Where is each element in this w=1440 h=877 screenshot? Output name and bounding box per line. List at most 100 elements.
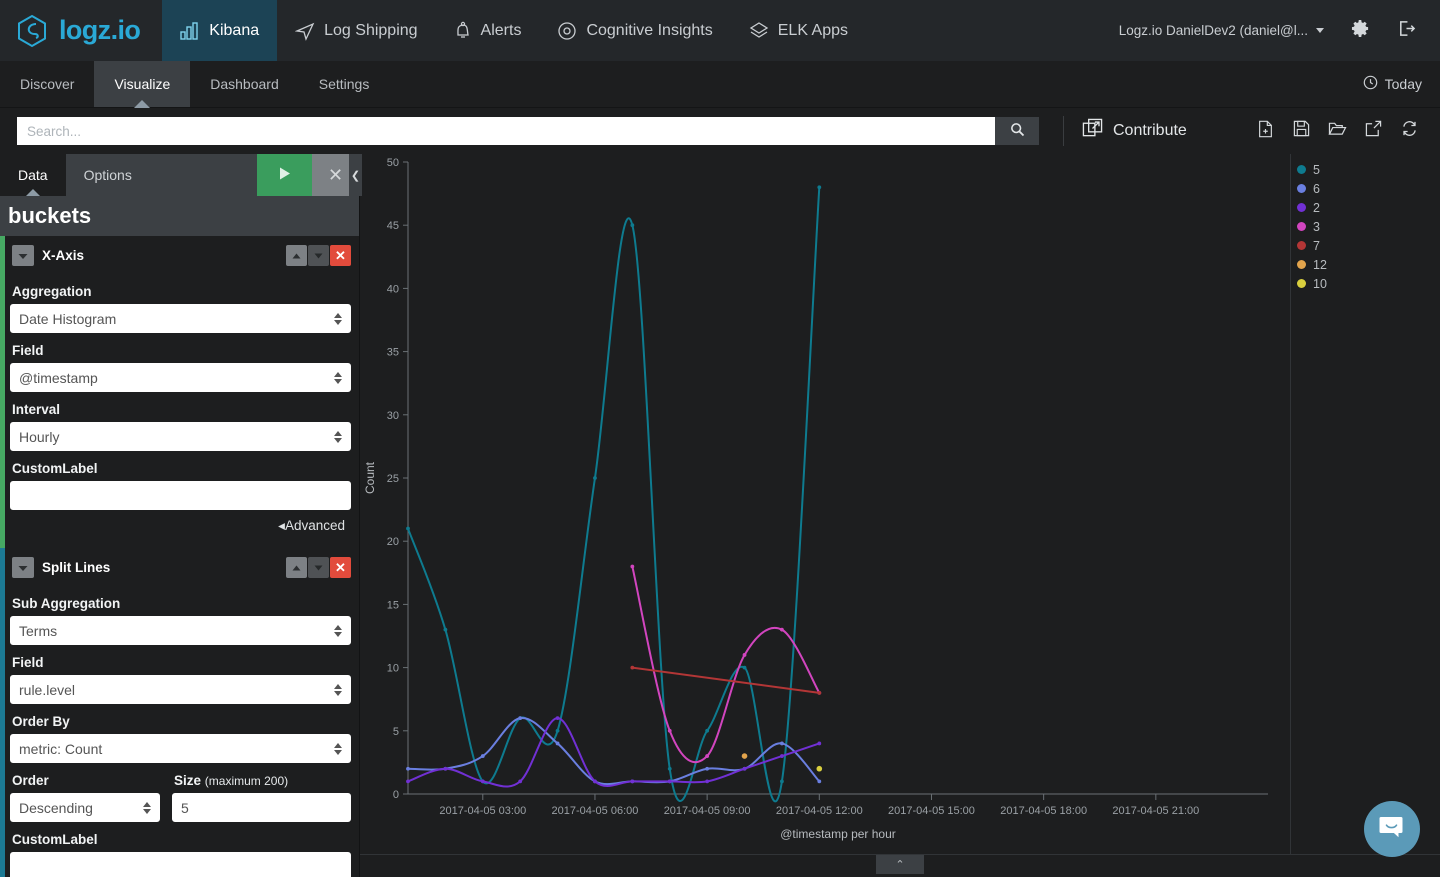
new-visualization-button[interactable] — [1250, 116, 1280, 146]
svg-text:30: 30 — [387, 410, 399, 422]
split-lines-order-select[interactable]: Descending — [10, 793, 160, 822]
split-lines-size-input[interactable] — [172, 793, 351, 822]
search-submit-button[interactable] — [995, 117, 1039, 145]
nav-item-log-shipping[interactable]: Log Shipping — [277, 0, 435, 61]
legend-item-label: 10 — [1313, 276, 1327, 291]
spy-panel-toggle-button[interactable]: ⌃ — [876, 855, 924, 874]
apply-changes-button[interactable] — [257, 154, 312, 196]
bucket-x-axis: X-Axis ✕ Aggregation Date Histogram Fiel… — [0, 236, 359, 548]
share-button[interactable] — [1358, 116, 1388, 146]
line-chart[interactable]: 0 5 10 15 20 25 30 35 40 45 50 Count 2017-04-05 03:0… — [360, 154, 1290, 854]
split-lines-move-up-button[interactable] — [286, 557, 307, 578]
svg-text:35: 35 — [387, 347, 399, 359]
time-range-picker[interactable]: Today — [1345, 61, 1440, 107]
legend-item-6[interactable]: 6 — [1297, 179, 1440, 198]
legend-item-12[interactable]: 12 — [1297, 255, 1440, 274]
split-lines-field-label: Field — [12, 655, 44, 670]
x-axis-custom-label-input[interactable] — [10, 481, 351, 510]
split-lines-custom-label-label: CustomLabel — [12, 832, 98, 847]
x-axis-move-down-button[interactable] — [308, 245, 329, 266]
visualization-editor-panel: Data Options ✕ buckets X-Axis ✕ Aggregat… — [0, 154, 362, 877]
split-lines-sub-aggregation-select[interactable]: Terms — [10, 616, 351, 645]
svg-text:2017-04-05 21:00: 2017-04-05 21:00 — [1112, 805, 1199, 817]
x-axis-controls: ✕ — [286, 245, 351, 266]
x-axis-advanced-toggle[interactable]: ◂Advanced — [10, 510, 351, 538]
top-navigation-bar: logz.io Kibana Log Shipping Alerts Cogni… — [0, 0, 1440, 61]
tab-discover[interactable]: Discover — [0, 61, 94, 107]
editor-panel-collapse-handle[interactable]: ❮ — [349, 154, 362, 196]
legend-color-swatch — [1297, 279, 1306, 288]
x-axis-remove-button[interactable]: ✕ — [330, 245, 351, 266]
x-axis-aggregation-select[interactable]: Date Histogram — [10, 304, 351, 333]
legend-color-swatch — [1297, 165, 1306, 174]
visualization-panel: 0 5 10 15 20 25 30 35 40 45 50 Count 2017-04-05 03:0… — [349, 154, 1440, 877]
external-window-icon — [1082, 118, 1103, 144]
legend-color-swatch — [1297, 241, 1306, 250]
svg-text:20: 20 — [387, 536, 399, 548]
split-lines-title: Split Lines — [42, 560, 111, 575]
legend-item-7[interactable]: 7 — [1297, 236, 1440, 255]
split-lines-remove-button[interactable]: ✕ — [330, 557, 351, 578]
split-lines-field-select[interactable]: rule.level — [10, 675, 351, 704]
main-content: Data Options ✕ buckets X-Axis ✕ Aggregat… — [0, 154, 1440, 877]
editor-tab-options[interactable]: Options — [66, 154, 150, 196]
legend-item-3[interactable]: 3 — [1297, 217, 1440, 236]
legend-item-2[interactable]: 2 — [1297, 198, 1440, 217]
nav-item-alerts[interactable]: Alerts — [436, 0, 540, 61]
layers-icon — [749, 21, 769, 41]
editor-tab-data[interactable]: Data — [0, 154, 66, 196]
legend-color-swatch — [1297, 222, 1306, 231]
tab-visualize[interactable]: Visualize — [94, 61, 191, 107]
legend-item-label: 2 — [1313, 200, 1320, 215]
split-lines-move-down-button[interactable] — [308, 557, 329, 578]
save-button[interactable] — [1286, 116, 1316, 146]
legend-item-5[interactable]: 5 — [1297, 160, 1440, 179]
logout-button[interactable] — [1386, 11, 1426, 51]
close-icon: ✕ — [327, 164, 344, 185]
tab-settings-label: Settings — [318, 76, 370, 92]
search-input[interactable] — [17, 117, 995, 145]
nav-item-cognitive-insights[interactable]: Cognitive Insights — [539, 0, 730, 61]
nav-item-kibana[interactable]: Kibana — [162, 0, 278, 61]
visualization-footer: ⌃ — [360, 854, 1440, 877]
chart-legend: ❯ 562371210 — [349, 154, 1440, 854]
split-lines-size-label: Size (maximum 200) — [174, 773, 351, 788]
advanced-label: Advanced — [284, 518, 345, 533]
open-button[interactable] — [1322, 116, 1352, 146]
x-axis-collapse-button[interactable] — [12, 245, 34, 266]
settings-button[interactable] — [1340, 11, 1380, 51]
tab-dashboard[interactable]: Dashboard — [190, 61, 299, 107]
x-axis-field-wrap: @timestamp — [10, 363, 351, 392]
save-icon — [1293, 120, 1310, 142]
legend-item-10[interactable]: 10 — [1297, 274, 1440, 293]
nav-label-log-shipping: Log Shipping — [324, 21, 418, 39]
target-icon — [557, 21, 577, 41]
split-lines-custom-label-input[interactable] — [10, 852, 351, 877]
editor-tab-bar: Data Options ✕ — [0, 154, 359, 196]
chevron-down-icon — [18, 248, 28, 263]
refresh-icon — [1401, 120, 1418, 142]
split-lines-order-group: Order Descending — [10, 763, 160, 822]
nav-label-elk-apps: ELK Apps — [777, 21, 849, 39]
tab-settings[interactable]: Settings — [299, 61, 390, 107]
refresh-button[interactable] — [1394, 116, 1424, 146]
split-lines-order-by-select[interactable]: metric: Count — [10, 734, 351, 763]
split-lines-collapse-button[interactable] — [12, 557, 34, 578]
user-account-menu[interactable]: Logz.io DanielDev2 (daniel@l... — [1109, 23, 1334, 38]
svg-text:Count: Count — [363, 461, 377, 494]
split-lines-sub-aggregation-wrap: Terms — [10, 616, 351, 645]
x-axis-title: X-Axis — [42, 248, 85, 263]
contribute-button[interactable]: Contribute — [1082, 118, 1187, 144]
toolbar-divider — [1063, 116, 1064, 146]
x-axis-aggregation-label: Aggregation — [12, 284, 92, 299]
chevron-left-icon: ◂ — [278, 518, 285, 533]
x-axis-interval-select[interactable]: Hourly — [10, 422, 351, 451]
x-axis-move-up-button[interactable] — [286, 245, 307, 266]
editor-scroll-region[interactable]: X-Axis ✕ Aggregation Date Histogram Fiel… — [0, 236, 359, 877]
x-axis-field-select[interactable]: @timestamp — [10, 363, 351, 392]
logzio-logo[interactable]: logz.io — [0, 0, 162, 61]
intercom-chat-launcher[interactable] — [1364, 801, 1420, 857]
split-lines-controls: ✕ — [286, 557, 351, 578]
nav-item-elk-apps[interactable]: ELK Apps — [731, 0, 866, 61]
editor-tab-spacer — [150, 154, 257, 196]
